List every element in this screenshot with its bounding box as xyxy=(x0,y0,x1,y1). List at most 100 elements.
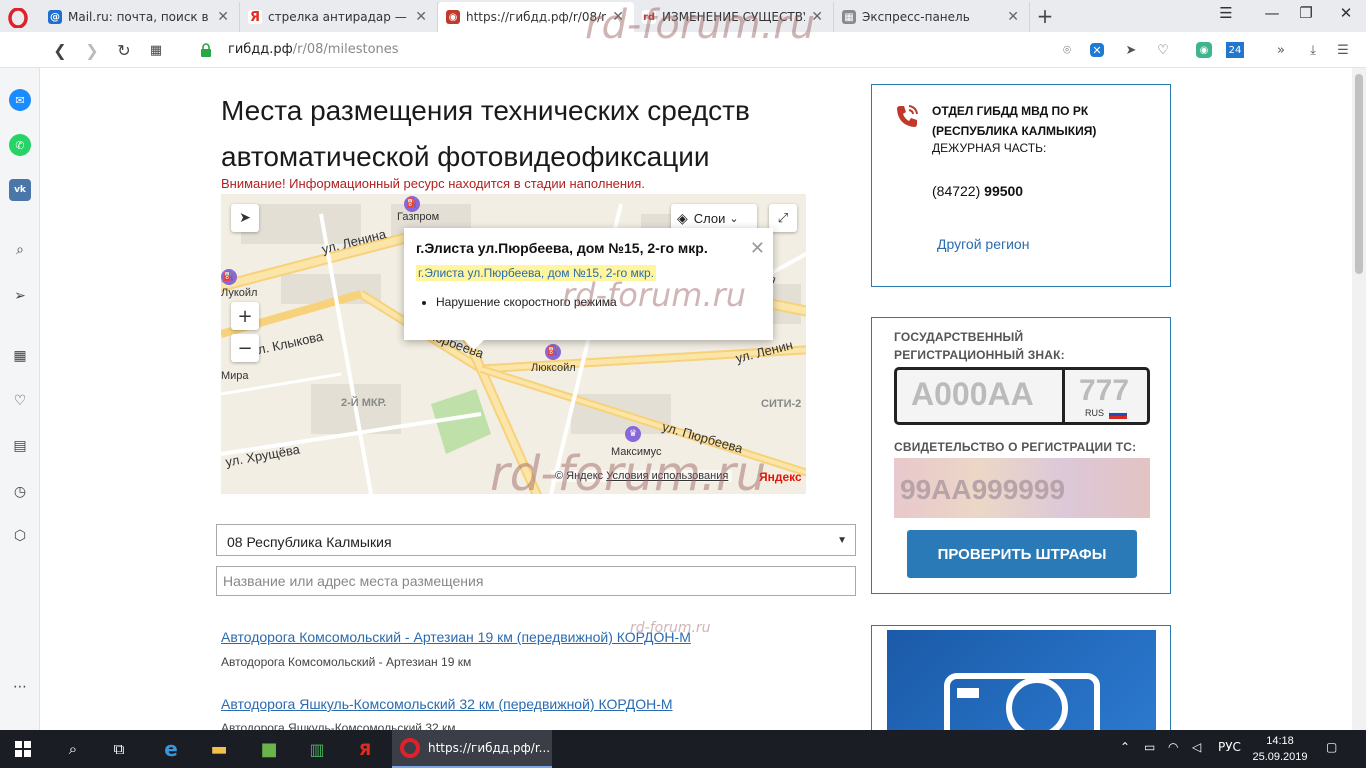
zoom-in-button[interactable]: + xyxy=(231,302,259,330)
minecraft-icon[interactable]: ■ xyxy=(252,734,286,764)
back-button[interactable]: ❮ xyxy=(50,40,70,60)
windows-start-icon[interactable] xyxy=(6,734,40,764)
check-fines-button[interactable]: ПРОВЕРИТЬ ШТРАФЫ xyxy=(907,530,1137,578)
place-search-input[interactable] xyxy=(216,566,856,596)
tab-close-icon[interactable]: ✕ xyxy=(811,9,823,25)
task-view-icon[interactable]: ⧉ xyxy=(102,734,136,764)
gibdd-icon: ◉ xyxy=(446,10,460,24)
contact-box: ОТДЕЛ ГИБДД МВД ПО РК (РЕСПУБЛИКА КАЛМЫК… xyxy=(871,84,1171,287)
map-label-lukoil: Лукойл xyxy=(221,287,258,299)
tab-mailru[interactable]: @ Mail.ru: почта, поиск в инт ✕ xyxy=(40,2,240,32)
tab-close-icon[interactable]: ✕ xyxy=(217,9,229,25)
search-icon[interactable]: ⌕ xyxy=(56,734,90,764)
map-label-city: СИТИ-2 xyxy=(761,398,802,410)
minimize-button[interactable]: — xyxy=(1262,4,1282,22)
notifications-icon[interactable]: ▢ xyxy=(1326,740,1337,754)
tab-close-icon[interactable]: ✕ xyxy=(1007,9,1019,25)
tab-rd-forum[interactable]: rd ИЗМЕНЕНИЕ СУЩЕСТВУЮ ✕ xyxy=(634,2,834,32)
yandex-logo: Яндекс xyxy=(759,470,802,484)
gas-station-icon[interactable]: ⛽ xyxy=(404,196,420,212)
map-label-mkr2: 2-Й МКР. xyxy=(341,397,387,409)
page-scrollbar[interactable] xyxy=(1352,68,1366,730)
send-icon[interactable]: ➤ xyxy=(1122,41,1140,59)
balloon-close-icon[interactable]: ✕ xyxy=(750,238,765,259)
region-select[interactable]: 08 Республика Калмыкия ▼ xyxy=(216,524,856,556)
page-title: Места размещения технических средств авт… xyxy=(221,95,750,172)
map-balloon: г.Элиста ул.Пюрбеева, дом №15, 2-го мкр.… xyxy=(404,228,773,350)
close-window-button[interactable]: ✕ xyxy=(1336,4,1356,22)
tab-gibdd-active[interactable]: ◉ https://гибдд.рф/r/08/mi ✕ xyxy=(438,2,634,32)
easy-setup-icon[interactable]: ☰ xyxy=(1334,41,1352,59)
send-icon[interactable]: ➢ xyxy=(9,285,31,307)
tab-menu-icon[interactable]: ☰ xyxy=(1216,4,1236,22)
result-link-1[interactable]: Автодорога Комсомольский - Артезиан 19 к… xyxy=(221,629,691,645)
forward-button[interactable]: ❯ xyxy=(82,40,102,60)
rd-icon: rd xyxy=(642,10,656,24)
fullscreen-icon[interactable]: ⤢ xyxy=(769,204,797,232)
new-tab-button[interactable]: + xyxy=(1034,4,1056,28)
promo-banner[interactable] xyxy=(871,625,1171,735)
registration-cert-input[interactable]: 99АА999999 xyxy=(894,458,1150,518)
result-link-2[interactable]: Автодорога Яшкуль-Комсомольский 32 км (п… xyxy=(221,696,673,712)
gas-station-icon[interactable]: ⛽ xyxy=(221,269,237,285)
balloon-address-link[interactable]: г.Элиста ул.Пюрбеева, дом №15, 2-го мкр. xyxy=(416,265,657,281)
bookmarks-heart-icon[interactable]: ♡ xyxy=(9,390,31,412)
heart-icon[interactable]: ♡ xyxy=(1154,41,1172,59)
opera-menu-icon[interactable] xyxy=(6,6,30,30)
more-extensions-icon[interactable]: » xyxy=(1272,41,1290,59)
map-terms-link[interactable]: Условия использования xyxy=(606,470,728,482)
maximize-button[interactable]: ❐ xyxy=(1296,4,1316,22)
geolocation-icon[interactable]: ➤ xyxy=(231,204,259,232)
tab-speed-dial[interactable]: ▦ Экспресс-панель ✕ xyxy=(834,2,1030,32)
volume-icon[interactable]: ◁ xyxy=(1192,740,1201,754)
duty-label: ДЕЖУРНАЯ ЧАСТЬ: xyxy=(932,141,1047,155)
camera-icon[interactable]: ⌾ xyxy=(1058,41,1076,59)
download-icon[interactable]: ⤓ xyxy=(1304,41,1322,59)
url-field[interactable]: гибдд.рф/r/08/milestones xyxy=(228,42,399,57)
vk-icon[interactable]: vk xyxy=(9,179,31,201)
speed-dial-icon[interactable]: ▦ xyxy=(9,345,31,367)
trophy-icon[interactable]: ♛ xyxy=(625,426,641,442)
battery-icon[interactable]: ▭ xyxy=(1144,740,1155,754)
tab-yandex[interactable]: Я стрелка антирадар — Янд ✕ xyxy=(240,2,438,32)
other-region-link[interactable]: Другой регион xyxy=(937,236,1029,252)
scrollbar-thumb[interactable] xyxy=(1355,74,1363,274)
zoom-out-button[interactable]: − xyxy=(231,334,259,362)
phone-number[interactable]: (84722) 99500 xyxy=(932,183,1023,199)
map-copyright: © Яндекс Условия использования xyxy=(551,470,733,482)
balloon-title: г.Элиста ул.Пюрбеева, дом №15, 2-го мкр. xyxy=(416,240,708,256)
taskbar-opera-window[interactable]: https://гибдд.рф/r... xyxy=(392,730,552,768)
vpn-badge[interactable]: 24 xyxy=(1226,42,1244,58)
messenger-icon[interactable]: ✉ xyxy=(9,89,31,111)
wifi-icon[interactable]: ◠ xyxy=(1168,740,1178,754)
tab-close-icon[interactable]: ✕ xyxy=(415,9,427,25)
language-indicator[interactable]: РУС xyxy=(1218,740,1241,754)
stocks-app-icon[interactable]: ▥ xyxy=(300,734,334,764)
tabs-grid-icon[interactable]: ▦ xyxy=(146,40,166,60)
file-explorer-icon[interactable]: ▬ xyxy=(202,734,236,764)
reload-button[interactable]: ↻ xyxy=(114,40,134,60)
windows-taskbar: ⌕ ⧉ e ▬ ■ ▥ Я https://гибдд.рф/r... ⌃ ▭ … xyxy=(0,730,1366,768)
chevron-down-icon: ⌄ xyxy=(729,212,739,225)
plate-label: ГОСУДАРСТВЕННЫЙ РЕГИСТРАЦИОННЫЙ ЗНАК: xyxy=(894,330,1065,362)
whatsapp-icon[interactable]: ✆ xyxy=(9,134,31,156)
edge-icon[interactable]: e xyxy=(154,734,188,764)
more-icon[interactable]: ⋯ xyxy=(9,676,31,698)
adblock-icon[interactable]: ✕ xyxy=(1090,43,1104,57)
search-icon[interactable]: ⌕ xyxy=(9,239,31,261)
gas-station-icon[interactable]: ⛽ xyxy=(545,344,561,360)
lock-icon[interactable] xyxy=(200,43,212,57)
news-icon[interactable]: ▤ xyxy=(9,435,31,457)
yandex-icon: Я xyxy=(248,9,262,25)
layers-icon: ◈ xyxy=(677,209,688,226)
taskbar-clock[interactable]: 14:18 25.09.2019 xyxy=(1250,733,1310,765)
tab-close-icon[interactable]: ✕ xyxy=(612,9,624,25)
license-plate-input[interactable]: А000АА 777 RUS xyxy=(894,367,1150,425)
tray-up-arrow-icon[interactable]: ⌃ xyxy=(1120,740,1130,754)
yandex-browser-icon[interactable]: Я xyxy=(348,734,382,764)
history-icon[interactable]: ◷ xyxy=(9,481,31,503)
result-subtitle-1: Автодорога Комсомольский - Артезиан 19 к… xyxy=(221,655,472,669)
opera-icon xyxy=(400,738,420,758)
extension-icon[interactable]: ◉ xyxy=(1196,42,1212,58)
extensions-cube-icon[interactable]: ⬡ xyxy=(9,525,31,547)
